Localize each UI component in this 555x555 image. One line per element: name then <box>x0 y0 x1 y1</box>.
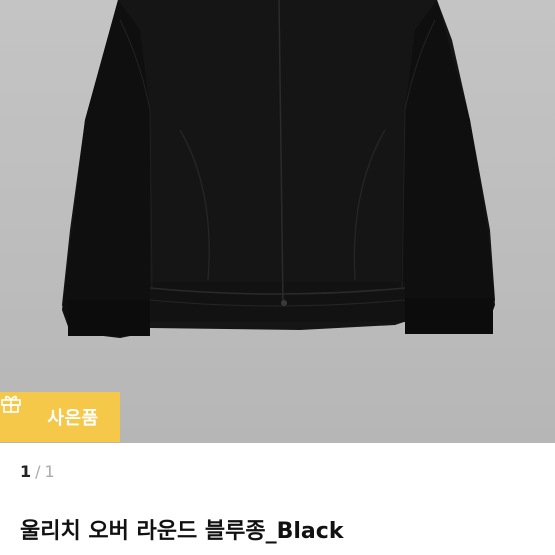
pager-separator: / <box>35 462 41 481</box>
pager-total: 1 <box>44 462 55 481</box>
gift-badge-label: 사은품 <box>47 408 99 429</box>
pager-current: 1 <box>20 462 32 481</box>
image-pager: 1/1 <box>20 462 55 481</box>
gift-badge[interactable]: 사은품 <box>0 392 120 442</box>
gift-icon <box>1 395 39 428</box>
product-title: 울리치 오버 라운드 블루종_Black <box>20 519 344 544</box>
product-image[interactable]: 사은품 <box>0 0 555 443</box>
jacket-image <box>62 0 495 338</box>
